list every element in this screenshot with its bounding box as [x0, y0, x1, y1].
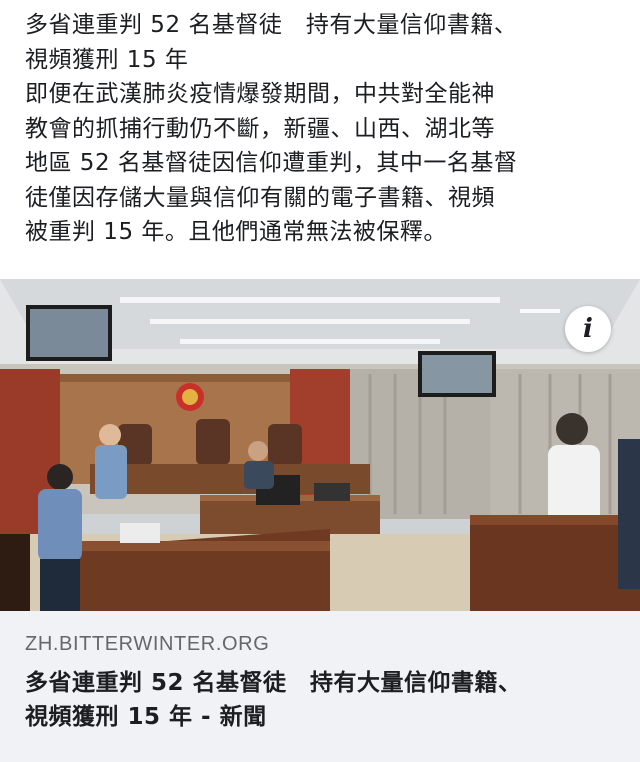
courtroom-illustration [0, 279, 640, 611]
link-domain: ZH.BITTERWINTER.ORG [25, 633, 270, 655]
link-title: 多省連重判 52 名基督徒 持有大量信仰書籍、 視頻獲刑 15 年 - 新聞 [25, 666, 625, 734]
post-text-line: 多省連重判 52 名基督徒 持有大量信仰書籍、 [25, 12, 518, 38]
post-text-line: 即便在武漢肺炎疫情爆發期間，中共對全能神 [25, 81, 495, 107]
post-text: 多省連重判 52 名基督徒 持有大量信仰書籍、 視頻獲刑 15 年 即便在武漢肺… [25, 8, 625, 250]
link-meta[interactable]: ZH.BITTERWINTER.ORG 多省連重判 52 名基督徒 持有大量信仰… [0, 611, 640, 762]
post-text-line: 視頻獲刑 15 年 [25, 46, 189, 73]
link-title-line: 多省連重判 52 名基督徒 持有大量信仰書籍、 [25, 670, 522, 696]
info-button[interactable]: i [565, 306, 611, 352]
post-text-line: 教會的抓捕行動仍不斷，新疆、山西、湖北等 [25, 115, 495, 142]
link-preview-card[interactable]: i ZH.BITTERWINTER.ORG 多省連重判 52 名基督徒 持有大量… [0, 279, 640, 762]
post-text-line: 被重判 15 年。且他們通常無法被保釋。 [25, 219, 447, 245]
info-icon: i [583, 314, 593, 344]
post-text-line: 地區 52 名基督徒因信仰遭重判，其中一名基督 [25, 150, 518, 176]
courtroom-photo[interactable]: i [0, 279, 640, 611]
post-text-line: 徒僅因存儲大量與信仰有關的電子書籍、視頻 [25, 184, 495, 211]
link-title-line: 視頻獲刑 15 年 - 新聞 [25, 704, 267, 730]
